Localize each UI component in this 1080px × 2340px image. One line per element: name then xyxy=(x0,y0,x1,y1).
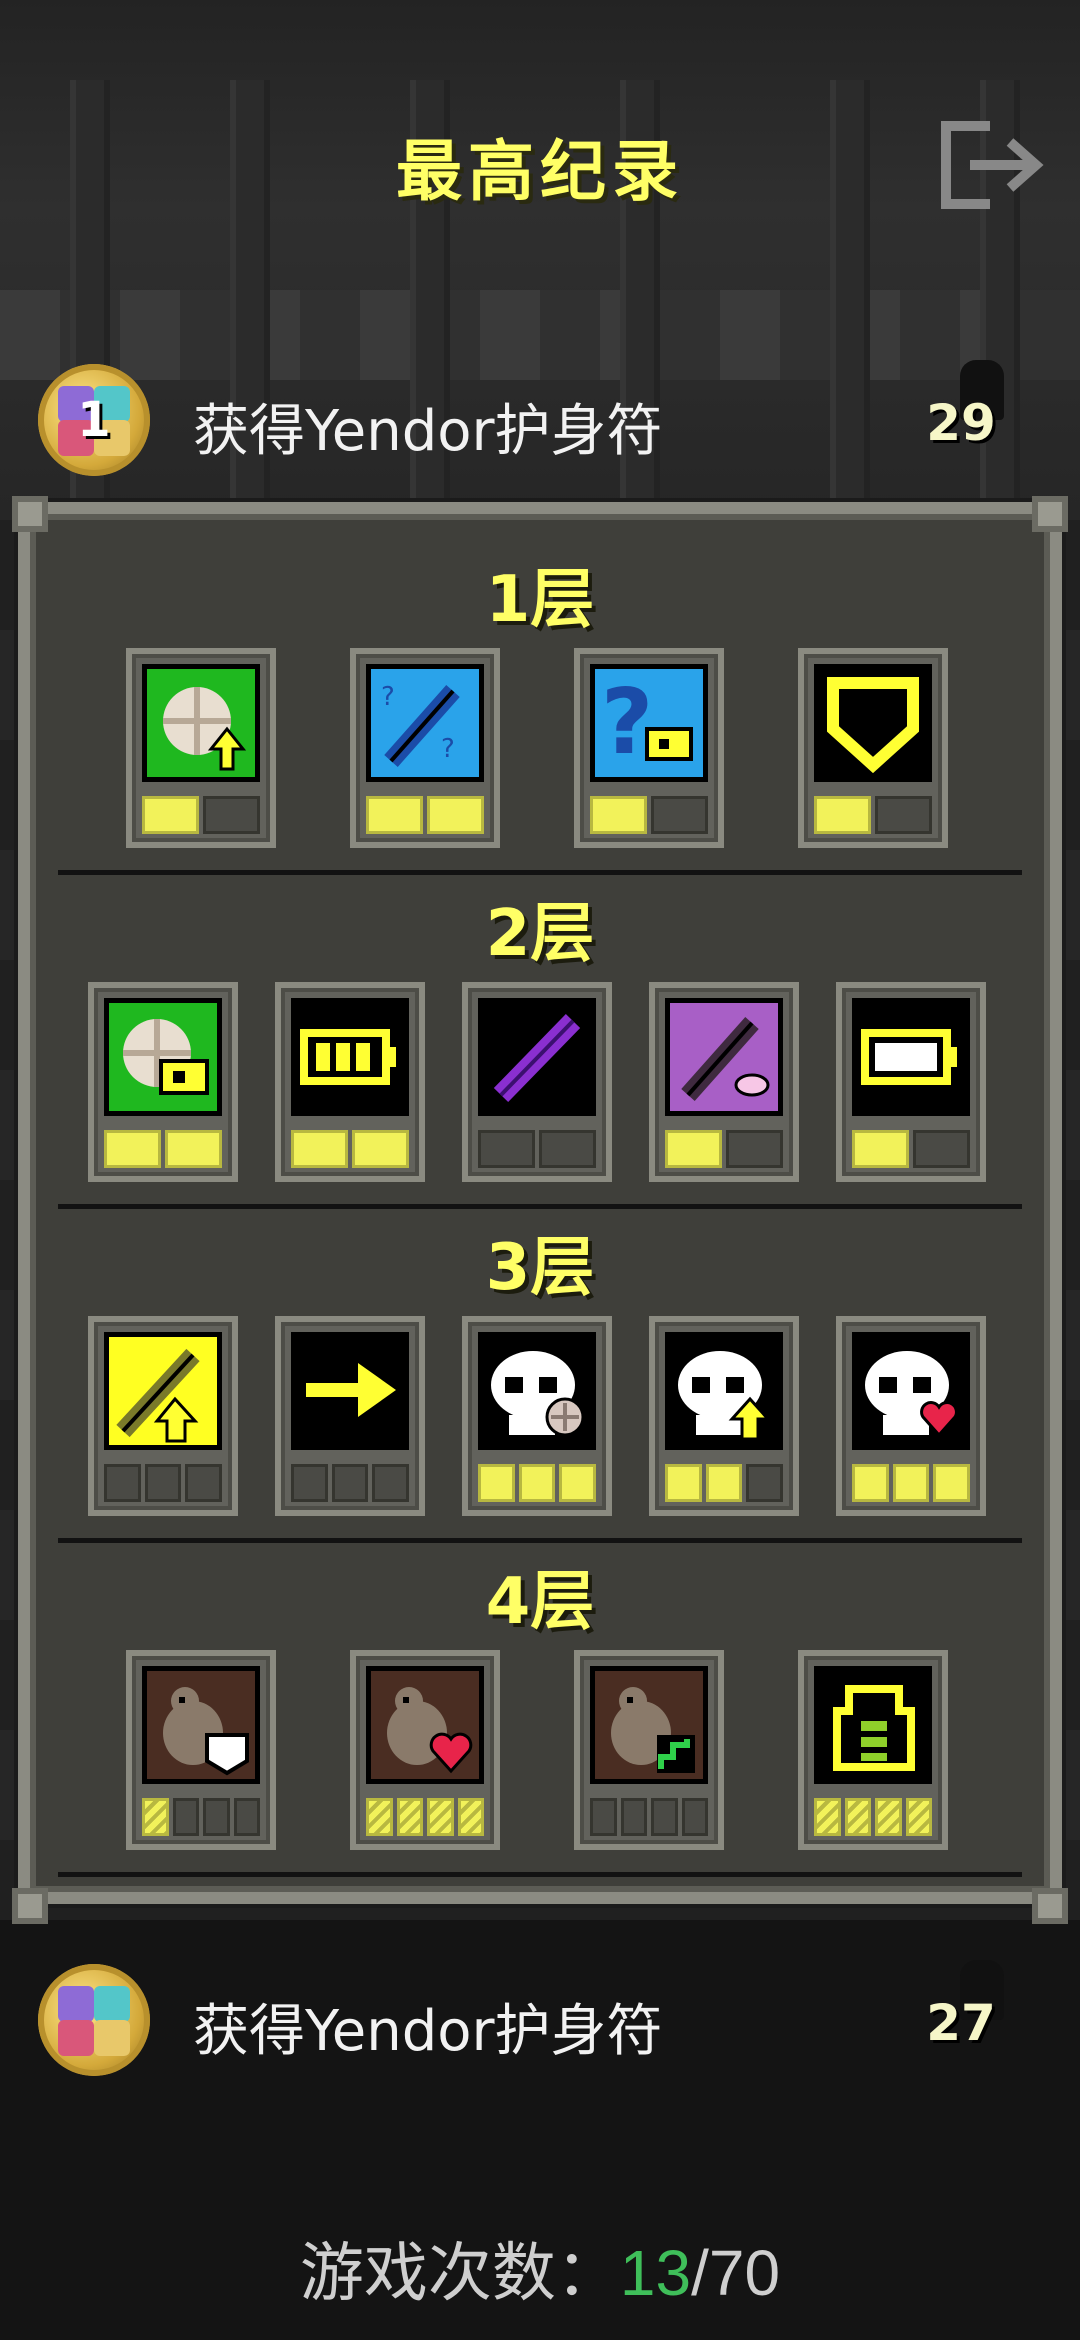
svg-text:?: ? xyxy=(441,734,455,764)
skull-plus-icon xyxy=(491,1351,585,1437)
badge-card[interactable] xyxy=(350,1650,500,1850)
tier-label-4: 4层 xyxy=(485,1565,595,1639)
games-played: 游戏次数：13/70 xyxy=(0,2222,1080,2314)
record-rank: 1 xyxy=(77,392,111,448)
exit-icon xyxy=(941,121,1044,209)
games-total: 70 xyxy=(708,2237,781,2309)
skull-heart-icon xyxy=(865,1351,958,1438)
battery-empty-icon xyxy=(861,1029,957,1085)
tier-label-3: 3层 xyxy=(485,1231,595,1305)
badge-card[interactable]: ? xyxy=(574,648,724,848)
tier-divider xyxy=(58,1538,1022,1543)
badge-card[interactable] xyxy=(574,1650,724,1850)
badge-card[interactable] xyxy=(798,1650,948,1850)
badge-card[interactable]: ?? xyxy=(350,648,500,848)
amulet-badge-icon: 1 xyxy=(38,364,150,476)
badge-card[interactable] xyxy=(649,982,799,1182)
record-description: 获得Yendor护身符 xyxy=(193,399,663,464)
identify-badge-icon: ? xyxy=(601,670,693,775)
badge-card[interactable] xyxy=(275,1316,425,1516)
badge-card[interactable] xyxy=(649,1316,799,1516)
armor-shield-icon xyxy=(827,677,919,774)
exit-button[interactable] xyxy=(940,120,1050,210)
rat-heart-icon xyxy=(387,1687,473,1774)
panel-corner xyxy=(1032,1888,1068,1924)
panel-corner xyxy=(12,496,48,532)
games-current: 13 xyxy=(619,2237,692,2309)
badge-card[interactable] xyxy=(126,1650,276,1850)
record-description: 获得Yendor护身符 xyxy=(193,1999,663,2064)
panel-corner xyxy=(12,1888,48,1924)
amulet-badge-icon xyxy=(38,1964,150,2076)
tier-label-1: 1层 xyxy=(485,563,595,637)
arrow-right-icon xyxy=(306,1363,396,1417)
badge-card[interactable] xyxy=(275,982,425,1182)
badge-card[interactable] xyxy=(462,982,612,1182)
purple-wand-icon xyxy=(493,1014,581,1102)
map-badge-icon xyxy=(123,1019,209,1095)
skull-upgrade-icon xyxy=(678,1351,772,1441)
wand-catalog-icon xyxy=(681,1017,770,1101)
panel-corner xyxy=(1032,496,1068,532)
rat-armor-icon xyxy=(163,1687,249,1776)
svg-text:?: ? xyxy=(381,682,395,712)
tier-divider xyxy=(58,870,1022,875)
games-separator: / xyxy=(691,2237,709,2309)
backpack-icon xyxy=(833,1685,915,1771)
badge-card[interactable] xyxy=(798,648,948,848)
tier-divider xyxy=(58,1872,1022,1877)
wand-identify-icon: ?? xyxy=(381,682,460,767)
badge-card[interactable] xyxy=(126,648,276,848)
record-row-2[interactable]: 获得Yendor护身符 27 xyxy=(0,1960,1080,2080)
badge-card[interactable] xyxy=(836,1316,986,1516)
battery-full-icon xyxy=(300,1029,396,1085)
tier-label-2: 2层 xyxy=(485,897,595,971)
golden-wand-upgrade-icon xyxy=(116,1348,200,1443)
badge-card[interactable] xyxy=(836,982,986,1182)
record-depth: 29 xyxy=(926,394,996,452)
tier-divider xyxy=(58,1204,1022,1209)
page-title: 最高纪录 xyxy=(396,133,684,210)
badge-card[interactable] xyxy=(88,982,238,1182)
games-label: 游戏次数： xyxy=(299,2237,620,2309)
record-row-1[interactable]: 1 获得Yendor护身符 29 xyxy=(0,360,1080,480)
record-depth: 27 xyxy=(926,1994,996,2052)
map-upgrade-icon xyxy=(163,687,247,771)
badge-card[interactable] xyxy=(88,1316,238,1516)
rat-stairs-icon xyxy=(611,1687,695,1773)
badge-card[interactable] xyxy=(462,1316,612,1516)
